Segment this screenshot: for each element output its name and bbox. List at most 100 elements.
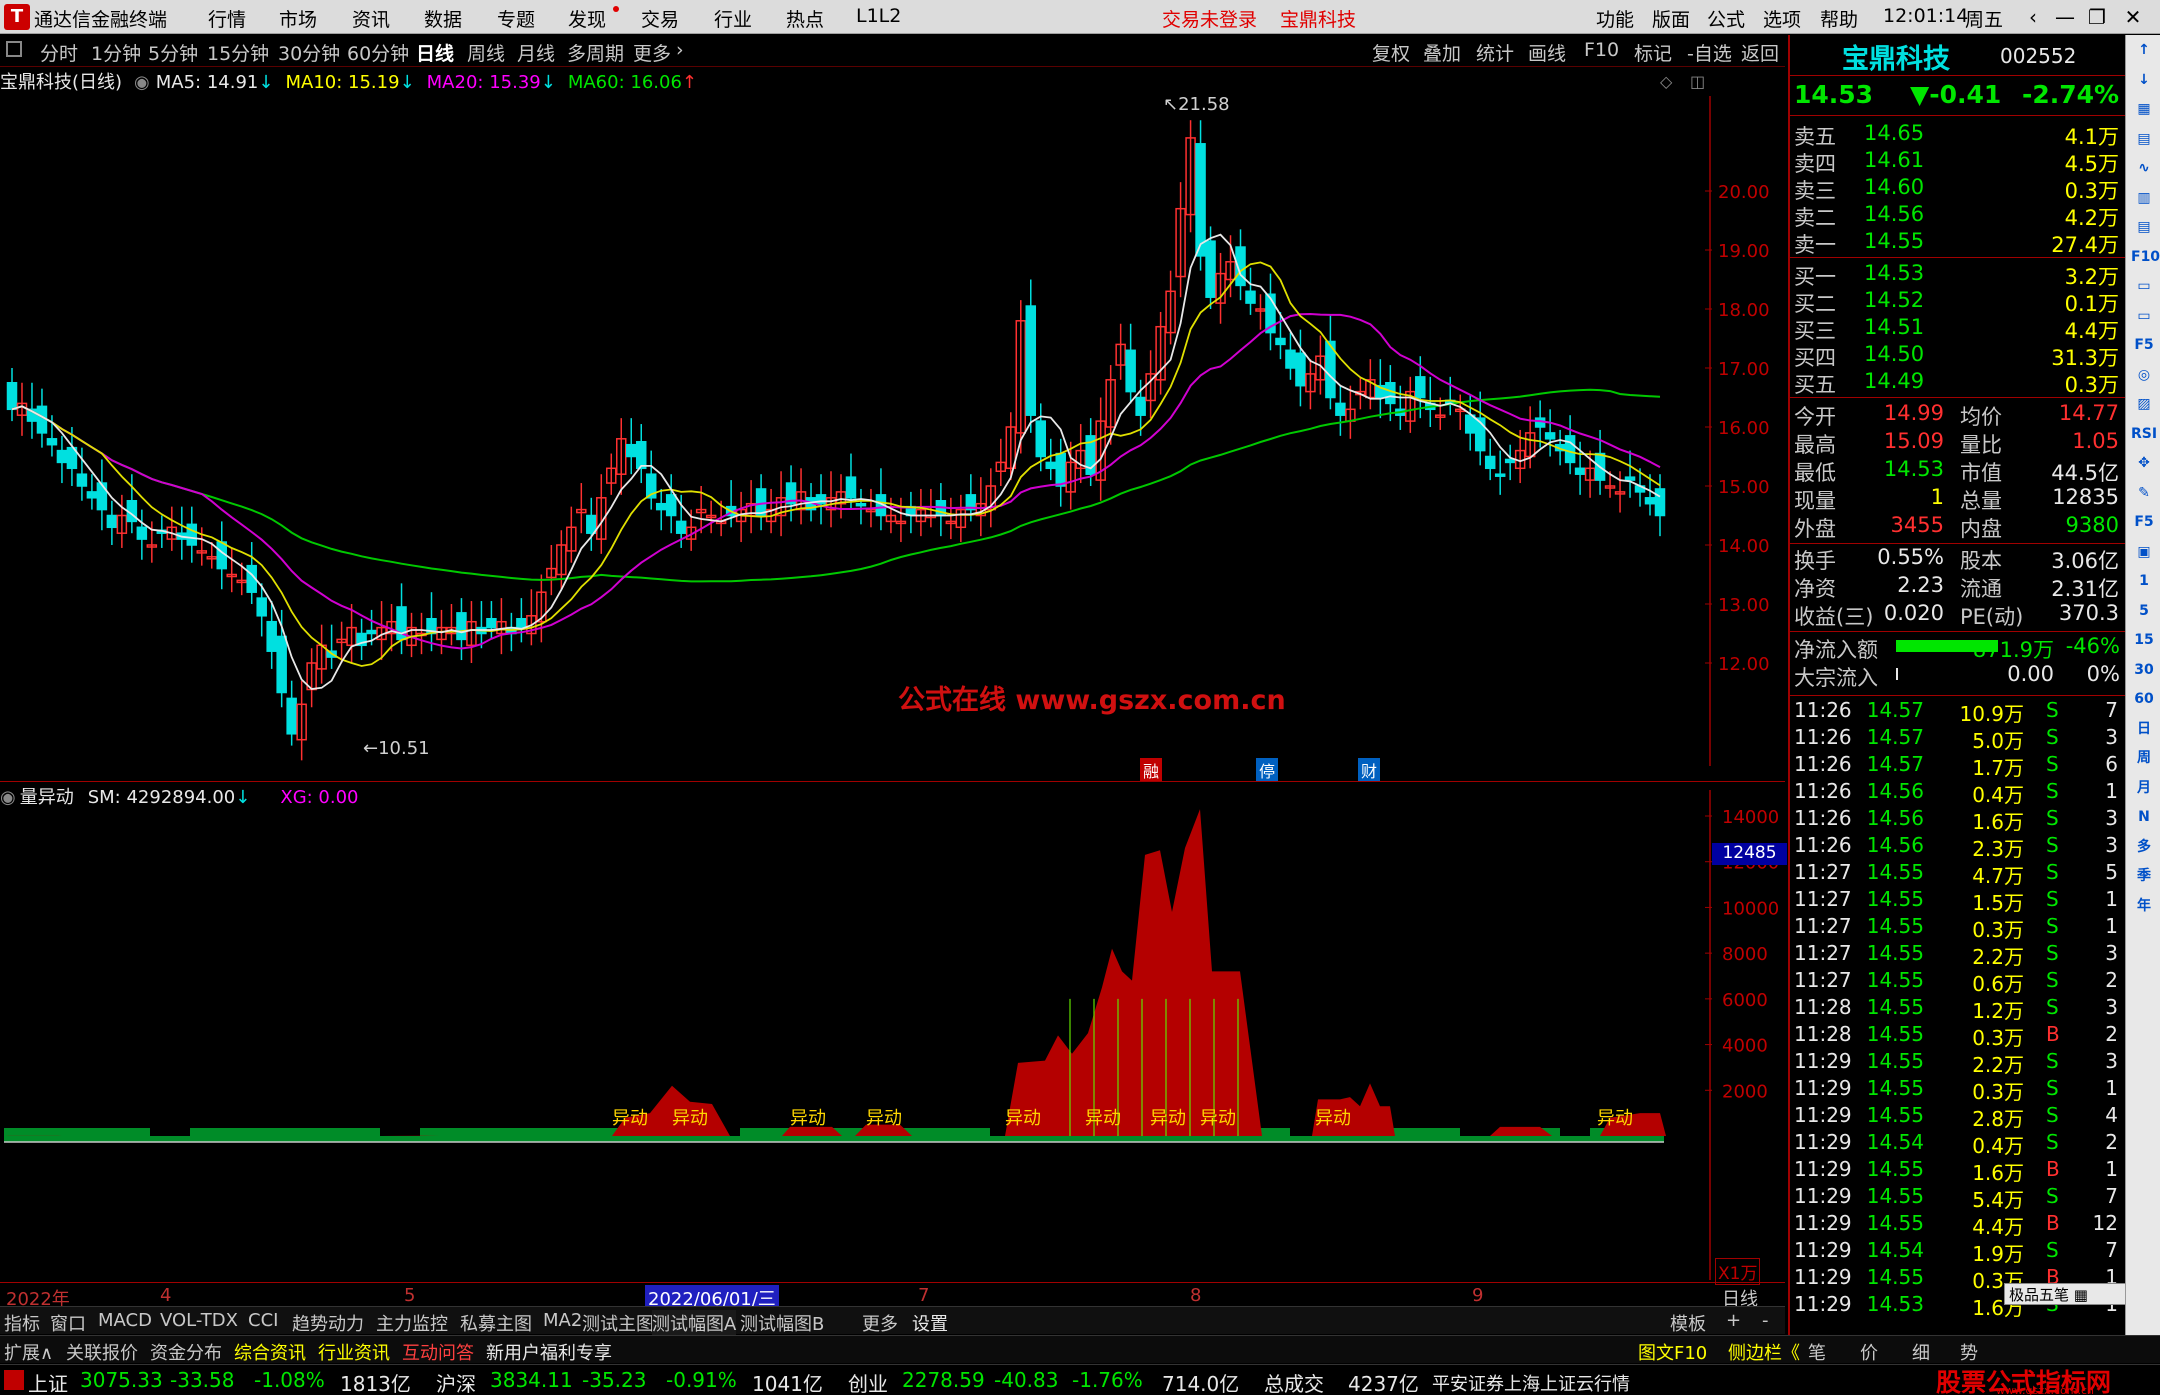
side-tool-icon-15[interactable]: ✎ xyxy=(2131,480,2157,506)
restore-icon[interactable]: ❐ xyxy=(2084,4,2110,30)
side-tool-icon-19[interactable]: 5 xyxy=(2131,598,2157,624)
menu-item-3[interactable]: 数据 xyxy=(424,5,462,32)
indicator-tab-11[interactable]: 测试幅图B xyxy=(740,1310,824,1336)
side-tool-icon-1[interactable]: ↓ xyxy=(2131,67,2157,93)
chart-tool-1[interactable]: 叠加 xyxy=(1423,39,1461,66)
indicator-tab-2[interactable]: MACD xyxy=(98,1310,152,1331)
indicator-right-0[interactable]: 模板 xyxy=(1670,1310,1706,1336)
menu-right-3[interactable]: 选项 xyxy=(1763,5,1801,32)
order-row[interactable]: 卖五 14.65 4.1万 xyxy=(1794,121,2124,149)
hs-index-name[interactable]: 沪深 xyxy=(436,1368,476,1395)
period-tab-3[interactable]: 15分钟 xyxy=(207,39,269,66)
side-tool-icon-9[interactable]: ▭ xyxy=(2131,303,2157,329)
menu-item-4[interactable]: 专题 xyxy=(497,5,535,32)
indicator-tab-5[interactable]: 趋势动力 xyxy=(292,1310,364,1336)
period-tab-0[interactable]: 分时 xyxy=(40,39,78,66)
minimize-icon[interactable]: — xyxy=(2052,4,2078,30)
order-row[interactable]: 买五 14.49 0.3万 xyxy=(1794,369,2124,397)
extension-tab-1[interactable]: 关联报价 xyxy=(66,1339,138,1365)
indicator-tab-13[interactable]: 设置 xyxy=(912,1310,948,1336)
chart-tool-5[interactable]: 标记 xyxy=(1634,39,1672,66)
menu-right-0[interactable]: 功能 xyxy=(1596,5,1634,32)
menu-item-6[interactable]: 交易 xyxy=(641,5,679,32)
side-tool-icon-12[interactable]: ▨ xyxy=(2131,391,2157,417)
indicator-tab-0[interactable]: 指标 xyxy=(4,1310,40,1336)
menu-item-1[interactable]: 市场 xyxy=(279,5,317,32)
extension-tab-3[interactable]: 综合资讯 xyxy=(234,1339,306,1365)
candlestick-chart[interactable]: 20.00 19.00 18.00 17.00 16.00 15.00 14.00 13.00… xyxy=(0,96,1790,766)
extension-right-4[interactable]: 细 xyxy=(1912,1339,1930,1365)
side-tool-icon-14[interactable]: ✥ xyxy=(2131,450,2157,476)
side-tool-icon-2[interactable]: ▦ xyxy=(2131,96,2157,122)
side-tool-icon-13[interactable]: RSI xyxy=(2131,421,2157,447)
side-tool-icon-0[interactable]: ↑ xyxy=(2131,37,2157,63)
panel-toggle-icon[interactable] xyxy=(6,41,22,57)
extension-right-5[interactable]: 势 xyxy=(1960,1339,1978,1365)
menu-red-1[interactable]: 宝鼎科技 xyxy=(1280,5,1356,32)
chart-tool-7[interactable]: 返回 xyxy=(1741,39,1779,66)
chart-tool-3[interactable]: 画线 xyxy=(1528,39,1566,66)
indicator-tab-9[interactable]: 测试主图 xyxy=(582,1310,654,1336)
side-tool-icon-10[interactable]: F5 xyxy=(2131,332,2157,358)
menu-right-4[interactable]: 帮助 xyxy=(1820,5,1858,32)
period-tab-8[interactable]: 月线 xyxy=(517,39,555,66)
indicator-tab-8[interactable]: MA2 xyxy=(543,1310,582,1331)
menu-item-7[interactable]: 行业 xyxy=(714,5,752,32)
extension-right-3[interactable]: 价 xyxy=(1860,1339,1878,1365)
volume-anomaly-chart[interactable]: 异动异动异动异动异动异动异动异动异动异动 1400012000100008000… xyxy=(0,790,1790,1280)
more-chevron-icon[interactable]: › xyxy=(676,39,684,61)
side-tool-icon-6[interactable]: ▤ xyxy=(2131,214,2157,240)
side-tool-icon-27[interactable]: 多 xyxy=(2131,834,2157,860)
indicator-tab-12[interactable]: 更多 xyxy=(862,1310,898,1336)
order-row[interactable]: 卖三 14.60 0.3万 xyxy=(1794,175,2124,203)
extension-tab-0[interactable]: 扩展∧ xyxy=(4,1339,53,1365)
order-row[interactable]: 卖一 14.55 27.4万 xyxy=(1794,229,2124,257)
indicator-right-1[interactable]: + xyxy=(1726,1310,1741,1331)
chart-tool-6[interactable]: -自选 xyxy=(1687,39,1732,66)
order-row[interactable]: 买四 14.50 31.3万 xyxy=(1794,342,2124,370)
chart-tool-4[interactable]: F10 xyxy=(1584,39,1619,61)
settings-icon[interactable]: ◉ xyxy=(134,72,150,93)
menu-item-9[interactable]: L1L2 xyxy=(856,5,901,27)
extension-tab-5[interactable]: 互动问答 xyxy=(402,1339,474,1365)
cy-index-name[interactable]: 创业 xyxy=(848,1368,888,1395)
extension-tab-2[interactable]: 资金分布 xyxy=(150,1339,222,1365)
period-tab-4[interactable]: 30分钟 xyxy=(278,39,340,66)
side-tool-icon-25[interactable]: 月 xyxy=(2131,775,2157,801)
chart-panel-icon[interactable]: ◫ xyxy=(1690,72,1705,91)
indicator-tab-4[interactable]: CCI xyxy=(248,1310,278,1331)
side-tool-icon-23[interactable]: 日 xyxy=(2131,716,2157,742)
indicator-tab-7[interactable]: 私募主图 xyxy=(460,1310,532,1336)
side-tool-icon-24[interactable]: 周 xyxy=(2131,745,2157,771)
period-tab-6[interactable]: 日线 xyxy=(416,39,454,66)
side-tool-icon-29[interactable]: 年 xyxy=(2131,893,2157,919)
side-tool-icon-7[interactable]: F10 xyxy=(2131,244,2160,270)
side-tool-icon-5[interactable]: ▥ xyxy=(2131,185,2157,211)
indicator-tab-3[interactable]: VOL-TDX xyxy=(160,1310,238,1331)
extension-right-0[interactable]: 图文F10 xyxy=(1638,1339,1707,1365)
side-tool-icon-4[interactable]: ∿ xyxy=(2131,155,2157,181)
side-tool-icon-11[interactable]: ◎ xyxy=(2131,362,2157,388)
side-tool-icon-22[interactable]: 60 xyxy=(2131,686,2157,712)
event-marker-cai[interactable]: 财 xyxy=(1358,758,1381,782)
period-tab-9[interactable]: 多周期 xyxy=(567,39,624,66)
indicator-tab-1[interactable]: 窗口 xyxy=(50,1310,86,1336)
chart-tool-0[interactable]: 复权 xyxy=(1372,39,1410,66)
side-tool-icon-21[interactable]: 30 xyxy=(2131,657,2157,683)
side-tool-icon-17[interactable]: ▣ xyxy=(2131,539,2157,565)
period-tab-5[interactable]: 60分钟 xyxy=(347,39,409,66)
indicator-tab-6[interactable]: 主力监控 xyxy=(376,1310,448,1336)
side-tool-icon-20[interactable]: 15 xyxy=(2131,627,2157,653)
order-row[interactable]: 买三 14.51 4.4万 xyxy=(1794,315,2124,343)
side-tool-icon-26[interactable]: N xyxy=(2131,804,2157,830)
extension-tab-6[interactable]: 新用户福利专享 xyxy=(486,1339,612,1365)
order-row[interactable]: 买一 14.53 3.2万 xyxy=(1794,261,2124,289)
menu-right-2[interactable]: 公式 xyxy=(1707,5,1745,32)
back-icon[interactable]: ‹ xyxy=(2020,4,2046,30)
menu-item-8[interactable]: 热点 xyxy=(786,5,824,32)
ime-popup[interactable]: 极品五笔 ▦ xyxy=(2004,1283,2128,1305)
side-tool-icon-18[interactable]: 1 xyxy=(2131,568,2157,594)
sh-index-name[interactable]: 上证 xyxy=(28,1368,68,1395)
extension-right-1[interactable]: 侧边栏《 xyxy=(1728,1339,1800,1365)
period-tab-7[interactable]: 周线 xyxy=(467,39,505,66)
